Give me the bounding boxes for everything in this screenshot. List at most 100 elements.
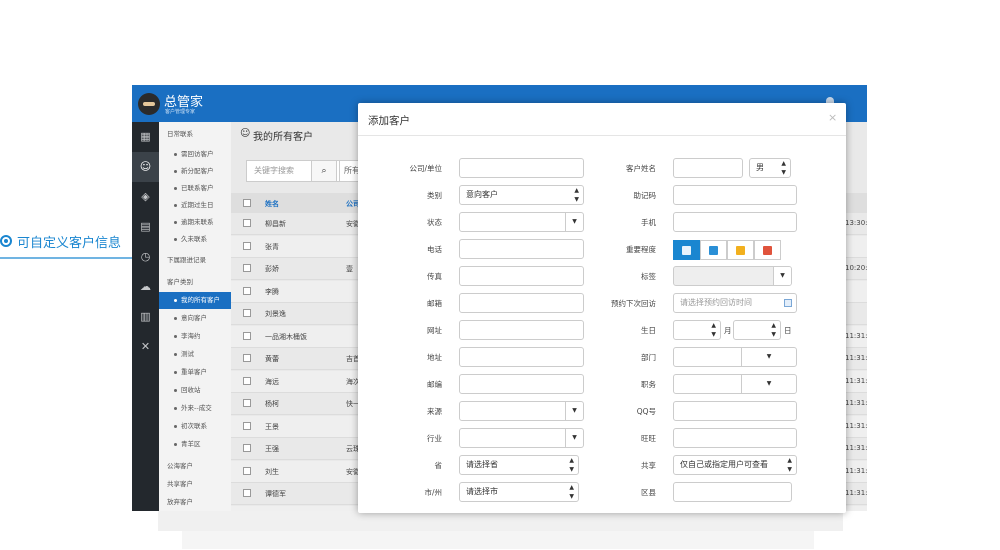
caret-down-icon: ▼ — [741, 348, 796, 366]
importance-level-3[interactable] — [727, 240, 754, 260]
gender-select[interactable]: 男 ▲ ▼ — [749, 158, 791, 178]
cell-name[interactable]: 刘生 — [265, 467, 279, 477]
cell-name[interactable]: 彭娇 — [265, 264, 279, 274]
label-importance: 重要程度 — [626, 245, 656, 254]
clipboard-icon[interactable]: ▤ — [132, 212, 159, 242]
customer-nav: 日常联系 需回访客户 新分配客户 已联系客户 近期过生日 逾期未联系 久未联系 … — [159, 122, 231, 511]
cell-name[interactable]: 柳昌新 — [265, 219, 286, 229]
source-select[interactable]: ▼ — [459, 401, 584, 421]
position-select[interactable]: ▼ — [673, 374, 797, 394]
qq-field[interactable] — [673, 401, 797, 421]
nav-item[interactable]: 新分配客户 — [159, 163, 231, 180]
nav-item[interactable]: 逾期未联系 — [159, 214, 231, 231]
product-box-icon[interactable]: ◈ — [132, 182, 159, 212]
row-checkbox[interactable] — [243, 376, 251, 385]
website-field[interactable] — [459, 320, 584, 340]
cell-time: 11:31:0 — [845, 376, 867, 385]
nav-follow-record[interactable]: 下属跟进记录 — [167, 254, 206, 264]
nav-item[interactable]: 回收站 — [159, 382, 231, 399]
zipcode-field[interactable] — [459, 374, 584, 394]
cell-name[interactable]: 刘景逸 — [265, 309, 286, 319]
nav-item[interactable]: 重单客户 — [159, 364, 231, 381]
industry-select[interactable]: ▼ — [459, 428, 584, 448]
label-category: 类别 — [427, 191, 442, 200]
category-select[interactable]: 意向客户 ▲ ▼ — [459, 185, 584, 205]
updown-icon: ▲ ▼ — [787, 457, 792, 473]
next-visit-field[interactable]: 请选择预约回访时间 — [673, 293, 797, 313]
label-website: 网址 — [427, 326, 442, 335]
birthday-month-select[interactable]: ▲ ▼ — [673, 320, 721, 340]
province-select[interactable]: 请选择省 ▲ ▼ — [459, 455, 579, 475]
cell-name[interactable]: 一品湘木桶饭 — [265, 332, 307, 342]
nav-item[interactable]: 青羊区 — [159, 436, 231, 453]
cell-name[interactable]: 张青 — [265, 242, 279, 252]
clock-icon[interactable]: ◷ — [132, 242, 159, 272]
row-checkbox[interactable] — [243, 264, 251, 272]
cell-name[interactable]: 王景 — [265, 422, 279, 432]
customers-icon[interactable]: ☺ — [132, 152, 159, 182]
department-select[interactable]: ▼ — [673, 347, 797, 367]
row-checkbox[interactable] — [243, 399, 251, 407]
nav-item[interactable]: 久未联系 — [159, 231, 231, 248]
district-field[interactable] — [673, 482, 792, 502]
cell-name[interactable]: 李腾 — [265, 287, 279, 297]
phone-field[interactable] — [459, 239, 584, 259]
search-button[interactable]: ⌕ — [311, 160, 337, 182]
label-share: 共享 — [641, 461, 656, 470]
mnemonic-field[interactable] — [673, 185, 797, 205]
row-checkbox[interactable] — [243, 444, 251, 452]
city-select[interactable]: 请选择市 ▲ ▼ — [459, 482, 579, 502]
nav-item[interactable]: 李海约 — [159, 328, 231, 345]
row-checkbox[interactable] — [243, 241, 251, 250]
nav-item[interactable]: 初次联系 — [159, 418, 231, 435]
mobile-field[interactable] — [673, 212, 797, 232]
nav-item[interactable]: 测试 — [159, 346, 231, 363]
nav-item[interactable]: 近期过生日 — [159, 197, 231, 214]
row-checkbox[interactable] — [243, 286, 251, 295]
tools-icon[interactable]: ✕ — [132, 332, 159, 362]
bar-chart-icon[interactable]: ▥ — [132, 302, 159, 332]
row-checkbox[interactable] — [243, 219, 251, 227]
nav-item[interactable]: 需回访客户 — [159, 146, 231, 163]
birthday-day-select[interactable]: ▲ ▼ — [733, 320, 781, 340]
cell-name[interactable]: 黄蕾 — [265, 354, 279, 364]
cell-name[interactable]: 谭德军 — [265, 489, 286, 499]
company-field[interactable] — [459, 158, 584, 178]
fax-field[interactable] — [459, 266, 584, 286]
row-checkbox[interactable] — [243, 309, 251, 317]
address-field[interactable] — [459, 347, 584, 367]
share-select[interactable]: 仅自己或指定用户可查看 ▲ ▼ — [673, 455, 797, 475]
cloud-icon[interactable]: ☁ — [132, 272, 159, 302]
column-header-name[interactable]: 姓名 — [265, 199, 279, 209]
calendar-icon[interactable]: ▦ — [132, 122, 159, 152]
email-field[interactable] — [459, 293, 584, 313]
cell-name[interactable]: 王强 — [265, 444, 279, 454]
select-all-checkbox[interactable] — [243, 199, 251, 207]
nav-shared[interactable]: 共享客户 — [167, 478, 193, 488]
close-icon[interactable]: × — [828, 111, 837, 124]
cell-name[interactable]: 海远 — [265, 377, 279, 387]
row-checkbox[interactable] — [243, 489, 251, 497]
label-province: 省 — [434, 461, 443, 470]
cell-time: 13:30:1 — [845, 219, 867, 227]
importance-level-1[interactable] — [673, 240, 700, 260]
row-checkbox[interactable] — [243, 466, 251, 475]
nav-item[interactable]: 意向客户 — [159, 310, 231, 327]
nav-abandoned[interactable]: 放弃客户 — [167, 496, 193, 506]
nav-item-all-customers[interactable]: 我的所有客户 — [159, 292, 231, 309]
calendar-icon[interactable] — [784, 299, 792, 307]
status-select[interactable]: ▼ — [459, 212, 584, 232]
wangwang-field[interactable] — [673, 428, 797, 448]
importance-level-4[interactable] — [754, 240, 781, 260]
cell-name[interactable]: 杨柯 — [265, 399, 279, 409]
customer-name-field[interactable] — [673, 158, 743, 178]
nav-public-pool[interactable]: 公海客户 — [167, 460, 193, 470]
importance-level-2[interactable] — [700, 240, 727, 260]
tags-select[interactable]: ▼ — [673, 266, 792, 286]
row-checkbox[interactable] — [243, 421, 251, 430]
row-checkbox[interactable] — [243, 331, 251, 340]
row-checkbox[interactable] — [243, 354, 251, 362]
nav-item[interactable]: 外来--成交 — [159, 400, 231, 417]
target-icon — [0, 235, 12, 247]
nav-item[interactable]: 已联系客户 — [159, 180, 231, 197]
